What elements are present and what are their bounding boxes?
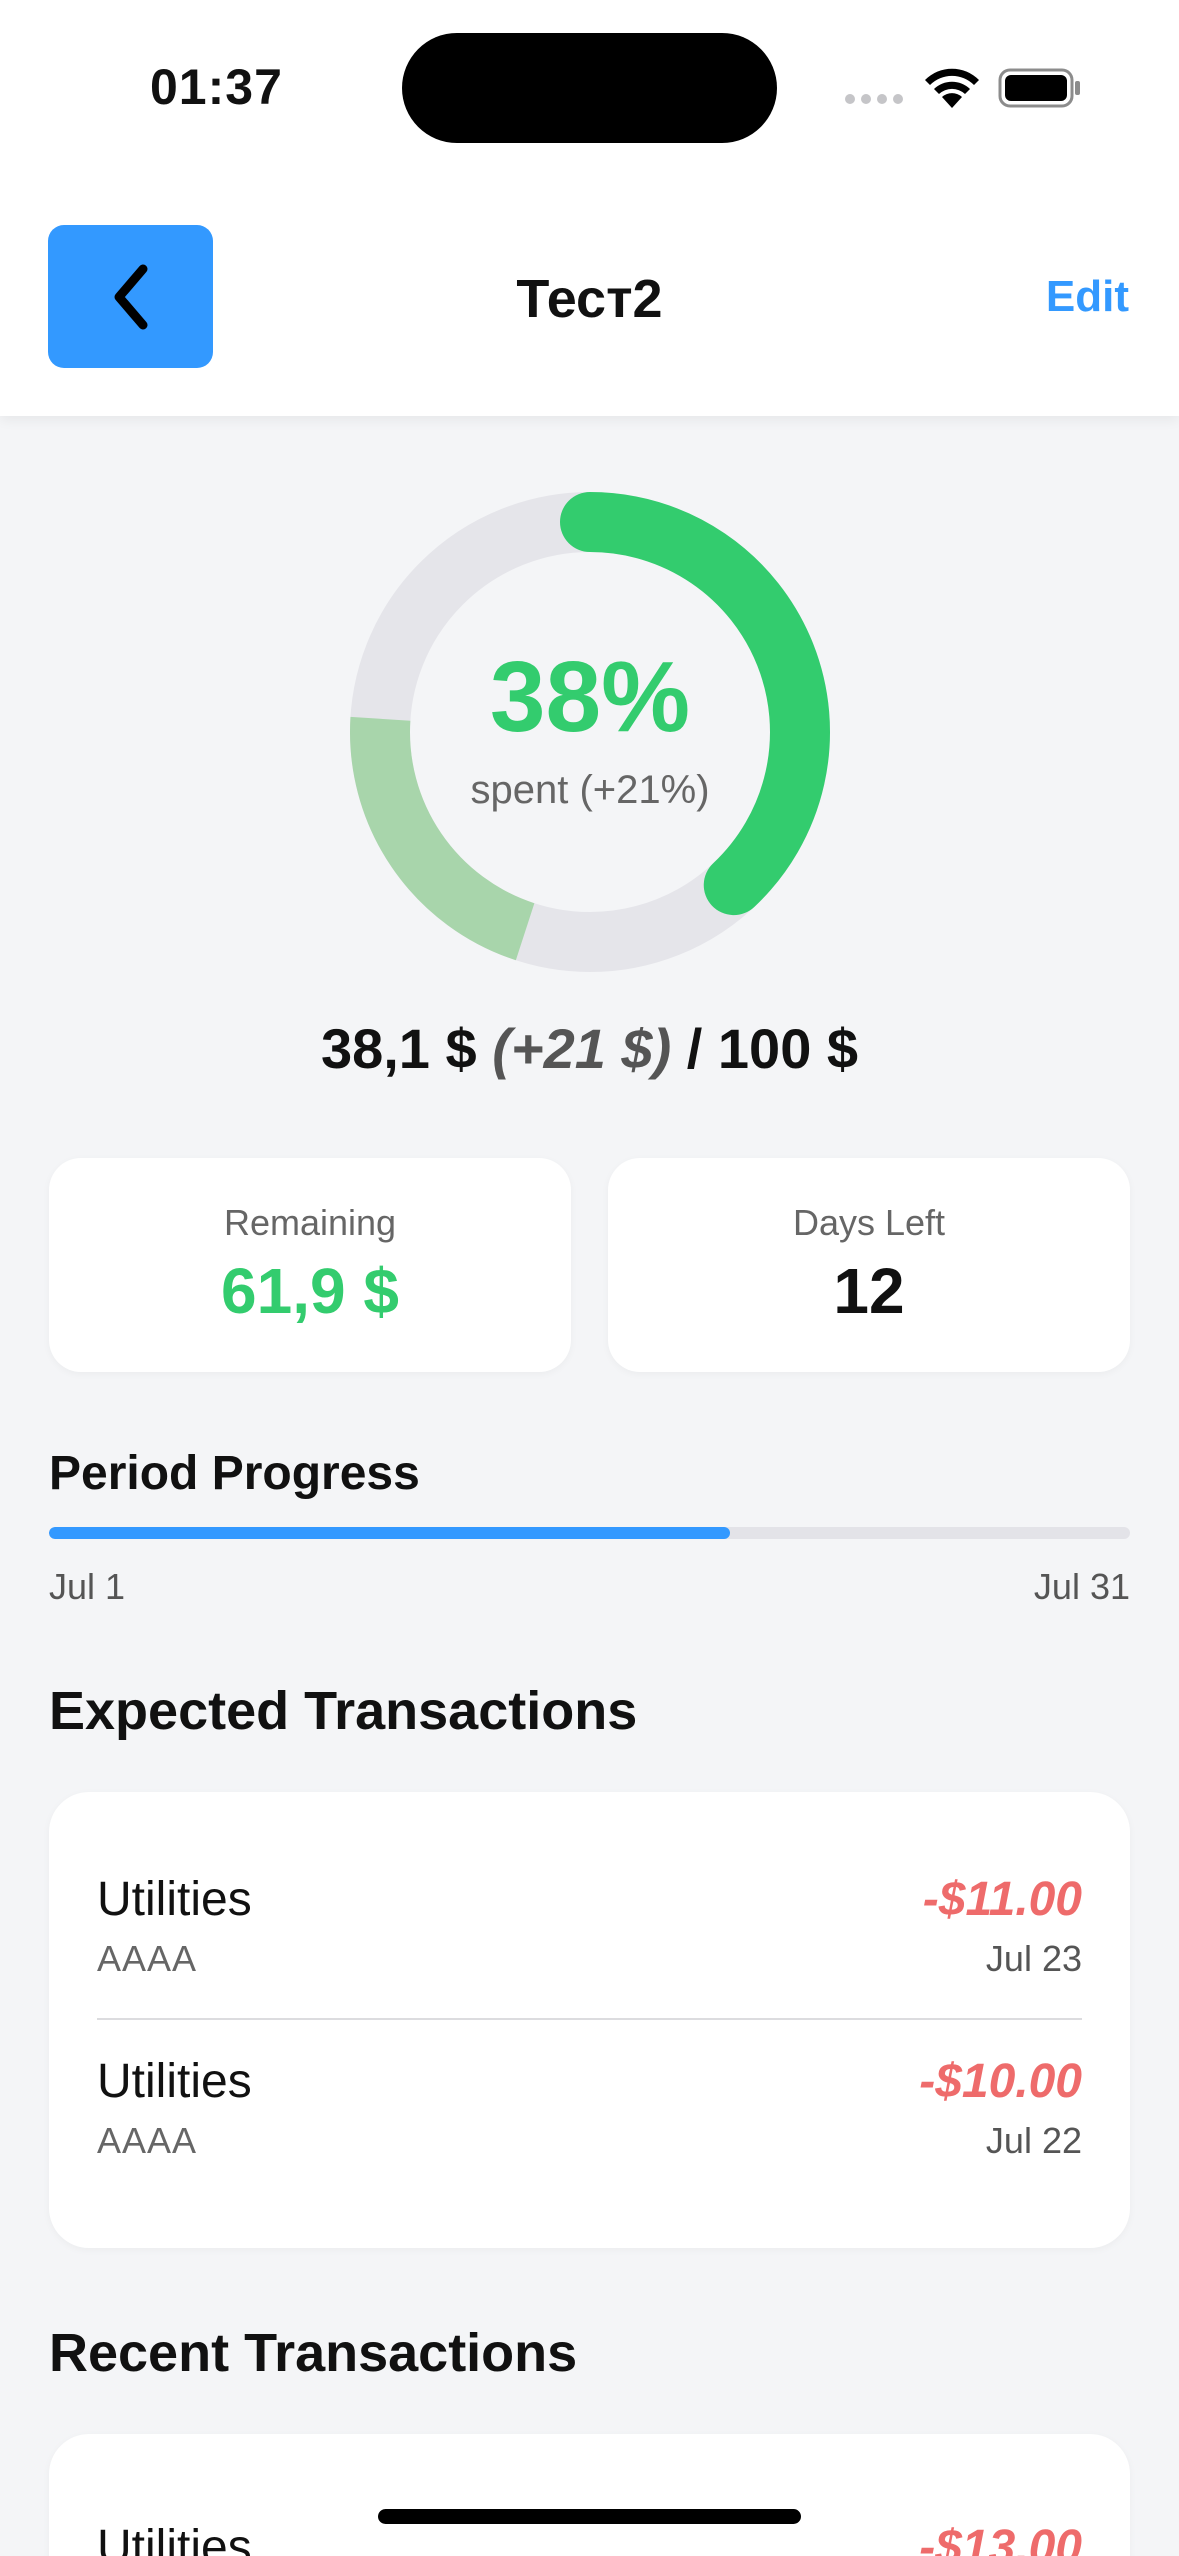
transaction-subtitle: AAAA <box>97 2120 198 2161</box>
status-time: 01:37 <box>150 59 283 115</box>
transaction-subtitle: AAAA <box>97 1938 198 1979</box>
transaction-date: Jul 23 <box>985 1938 1082 1979</box>
list-item[interactable]: Utilities AAAA -$11.00 Jul 23 <box>97 1872 1082 2012</box>
period-end-label: Jul 31 <box>1033 1566 1130 1607</box>
period-progress-bar <box>49 1527 1130 1539</box>
list-item[interactable]: Utilities AAAA -$10.00 Jul 22 <box>97 2054 1082 2194</box>
total-amount: / 100 $ <box>686 1017 859 1080</box>
transaction-amount: -$10.00 <box>919 2055 1082 2108</box>
spent-percent: 38% <box>489 641 691 753</box>
home-indicator[interactable] <box>378 2509 801 2524</box>
transaction-amount: -$11.00 <box>922 1873 1082 1926</box>
page-title: Тест2 <box>516 269 663 329</box>
wifi-icon <box>925 68 979 108</box>
transaction-name: Utilities <box>97 2055 252 2108</box>
transaction-date: Jul 22 <box>985 2120 1082 2161</box>
transaction-name: Utilities <box>97 1873 252 1926</box>
remaining-card: Remaining 61,9 $ <box>49 1158 571 1372</box>
expected-transactions-title: Expected Transactions <box>49 1681 638 1741</box>
remaining-value: 61,9 $ <box>221 1255 399 1327</box>
battery-icon <box>998 68 1080 108</box>
budget-amount-line: 38,1 $ (+21 $) / 100 $ <box>0 1016 1179 1081</box>
spent-sublabel: spent (+21%) <box>470 768 710 812</box>
delta-amount: (+21 $) <box>492 1017 672 1080</box>
dynamic-island <box>402 33 777 143</box>
period-start-label: Jul 1 <box>49 1566 126 1607</box>
remaining-label: Remaining <box>223 1202 397 1243</box>
transaction-amount: -$13.00 <box>919 2521 1082 2556</box>
edit-button[interactable]: Edit <box>1046 272 1129 322</box>
divider <box>97 2018 1082 2020</box>
days-left-card: Days Left 12 <box>608 1158 1130 1372</box>
recent-transactions-title: Recent Transactions <box>49 2323 578 2383</box>
header: 01:37 Тест2 Edit <box>0 0 1179 416</box>
spent-amount: 38,1 $ <box>320 1017 477 1080</box>
period-progress-title: Period Progress <box>49 1447 420 1500</box>
expected-transactions-card: Utilities AAAA -$11.00 Jul 23 Utilities … <box>49 1792 1130 2248</box>
period-progress-fill <box>49 1527 731 1539</box>
list-item[interactable]: Utilities -$13.00 <box>97 2520 1082 2556</box>
days-left-label: Days Left <box>792 1202 946 1243</box>
cellular-signal-icon <box>845 92 905 106</box>
days-left-value: 12 <box>833 1255 905 1327</box>
recent-transactions-card: Utilities -$13.00 <box>49 2434 1130 2556</box>
transaction-name: Utilities <box>97 2521 252 2556</box>
